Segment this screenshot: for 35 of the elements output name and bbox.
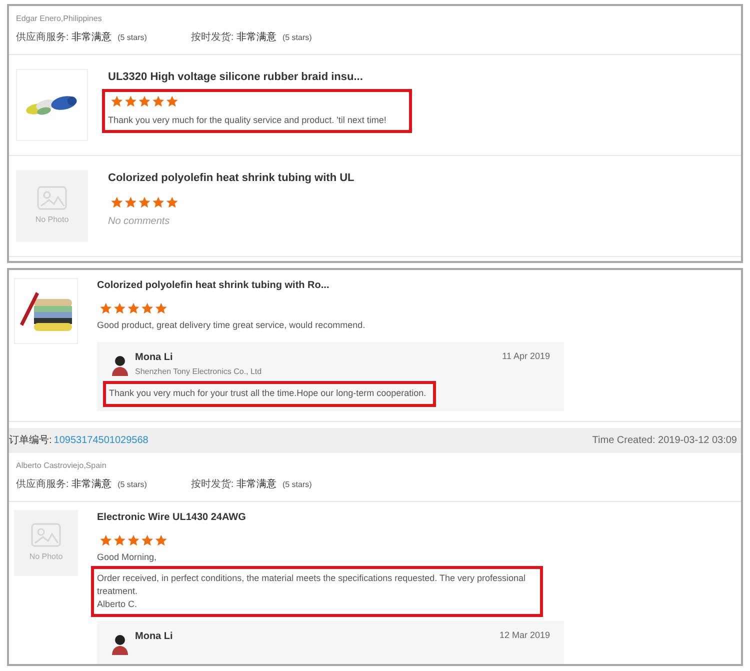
order-number-link[interactable]: 10953174501029568: [54, 432, 148, 448]
rating-label: 按时发货: 非常满意: [190, 478, 276, 492]
rating-label: 供应商服务: 非常满意: [16, 30, 112, 45]
seller-company: Shenzhen Tony Electronics Co., Ltd: [135, 366, 263, 378]
buyer-name: Alberto Castroviejo,Spain: [16, 460, 108, 472]
rating-label: 供应商服务: 非常满意: [16, 478, 112, 492]
reply-text: Thank you very much for your trust all the time.Hope our long-term cooperation.: [109, 387, 428, 400]
avatar-icon: [111, 354, 129, 376]
rating-label: 按时发货: 非常满意: [190, 30, 276, 45]
buyer-name: Edgar Enero,Philippines: [16, 13, 103, 25]
seller-name: Mona Li: [135, 630, 173, 644]
reply-date: 12 Mar 2019: [499, 628, 550, 642]
product-title: UL3320 High voltage silicone rubber braid insu...: [108, 70, 364, 85]
image-icon: [37, 186, 67, 210]
no-photo-label: No Photo: [35, 214, 69, 226]
seller-name: Mona Li: [135, 351, 173, 365]
reply-date: 11 Apr 2019: [502, 350, 550, 363]
rating-note: (5 stars): [282, 478, 312, 490]
no-photo-label: No Photo: [29, 550, 63, 562]
review-comment: Good Morning,: [97, 550, 157, 564]
product-title: Colorized polyolefin heat shrink tubing with Ro...: [97, 279, 330, 293]
review-comment: Alberto C.: [97, 598, 138, 610]
product-title: Colorized polyolefin heat shrink tubing with UL: [108, 171, 354, 186]
review-comment: Good product, great delivery time great service, would recommend.: [97, 319, 366, 332]
time-created: Time Created: 2019-03-12 03:09: [592, 434, 737, 448]
avatar-icon: [111, 632, 129, 654]
review-comment: Order received, in perfect conditions, the material meets the specifications requested. The very professional treatment.: [97, 572, 527, 598]
image-icon: [31, 522, 61, 546]
rating-note: (5 stars): [118, 32, 147, 44]
review-comment: No comments: [108, 214, 170, 228]
product-title: Electronic Wire UL1430 24AWG: [97, 510, 247, 524]
order-label: 订单编号:: [9, 434, 52, 448]
review-comment: Thank you very much for the quality service and product. 'til next time!: [108, 114, 386, 126]
rating-note: (5 stars): [282, 32, 312, 44]
rating-note: (5 stars): [118, 478, 147, 490]
